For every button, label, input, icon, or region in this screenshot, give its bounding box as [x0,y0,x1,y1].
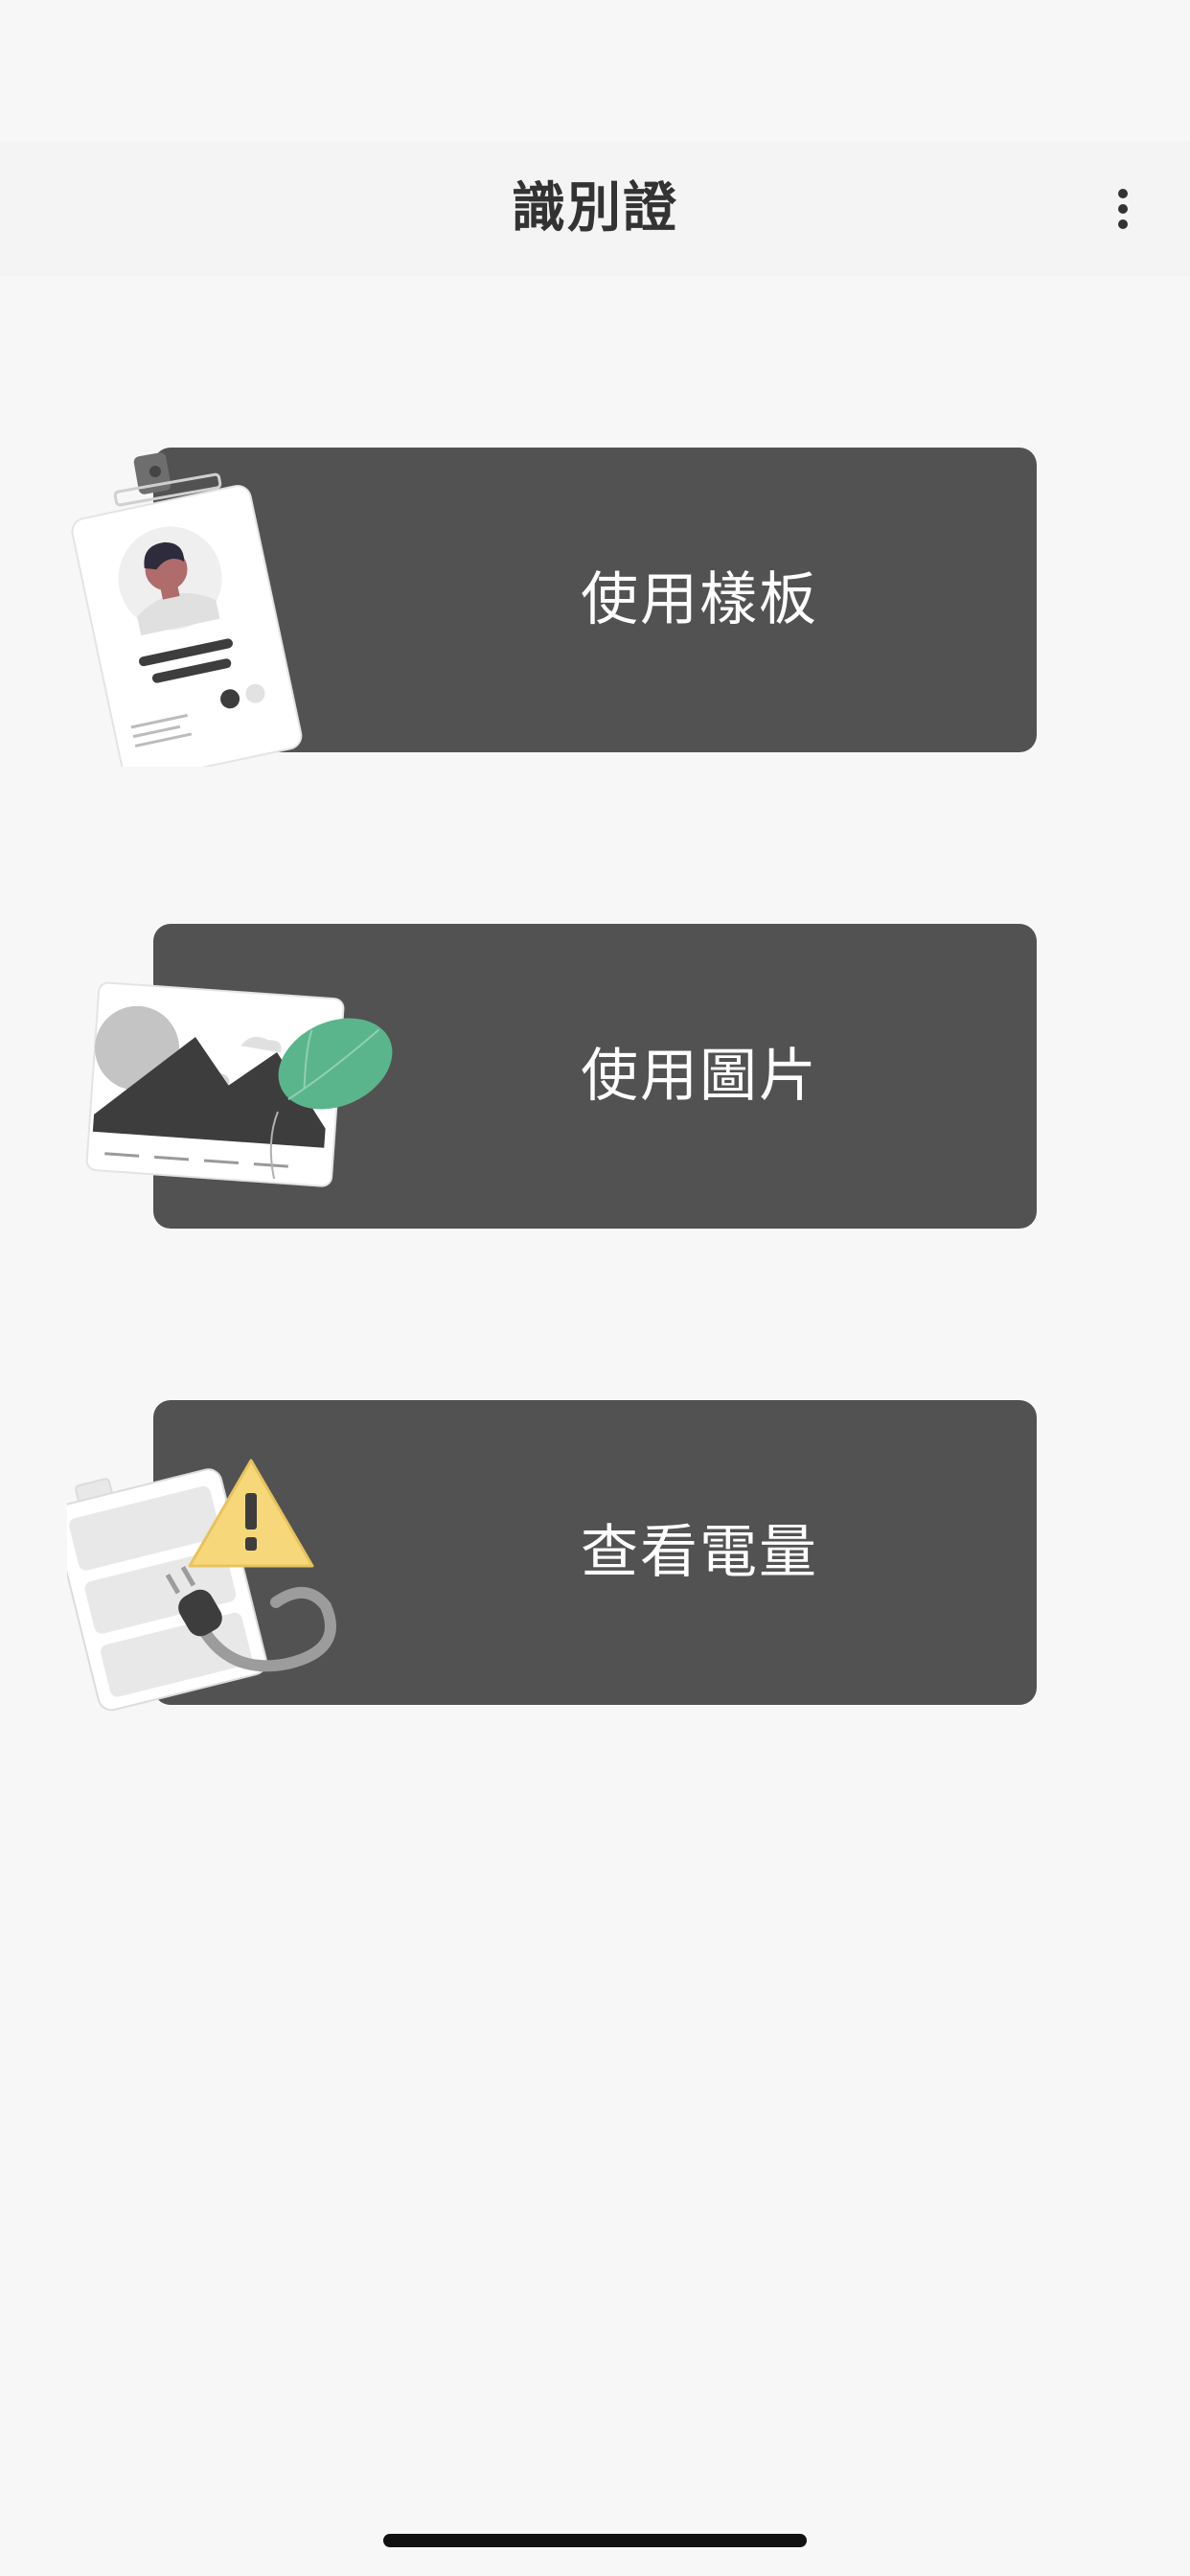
app-bar: 識別證 [0,142,1190,276]
check-battery-label: 查看電量 [581,1519,818,1586]
more-vert-icon [1118,186,1128,232]
use-template-label: 使用樣板 [581,566,818,633]
page-title: 識別證 [512,177,678,240]
more-options-button[interactable] [1085,171,1161,247]
battery-warning-illustration-icon [67,1459,336,1712]
home-indicator[interactable] [383,2534,807,2547]
status-bar [0,0,1190,142]
id-badge-illustration-icon [71,452,303,767]
use-image-label: 使用圖片 [581,1043,818,1110]
image-illustration-icon [85,981,393,1187]
